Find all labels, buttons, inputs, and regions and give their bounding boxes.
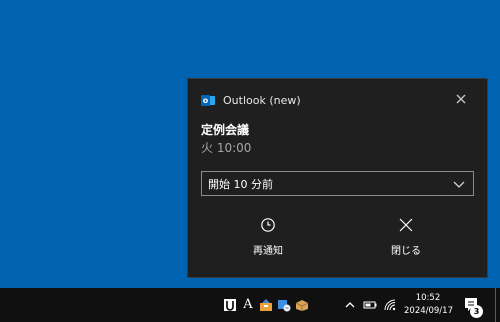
snooze-label: 再通知 [253, 246, 283, 257]
taskbar-clock[interactable]: 10:52 2024/09/17 [404, 292, 453, 318]
battery-icon[interactable] [363, 298, 377, 312]
notification-toast[interactable]: o Outlook (new) 定例会議 火 10:00 開始 10 分前 再通… [187, 78, 488, 278]
clock-date: 2024/09/17 [404, 306, 453, 316]
notification-title: 定例会議 [201, 123, 250, 137]
network-tool-tray-icon[interactable] [277, 298, 291, 312]
snooze-selected-value: 開始 10 分前 [208, 177, 273, 191]
taskbar: A 10:52 2024/09/17 3 [0, 288, 500, 322]
ime-mode-icon[interactable]: A [241, 298, 255, 312]
tray-icons-right [341, 288, 399, 322]
tray-icons-left: A [221, 288, 311, 322]
dismiss-action-button[interactable]: 閉じる [336, 211, 476, 267]
snooze-dropdown[interactable]: 開始 10 分前 [201, 171, 474, 196]
close-icon [456, 94, 466, 104]
snooze-button[interactable]: 再通知 [198, 211, 338, 267]
notification-count-badge: 3 [470, 305, 483, 318]
close-icon [399, 218, 413, 232]
app-tray-icon[interactable] [223, 298, 237, 312]
tools-tray-icon[interactable] [259, 298, 273, 312]
notification-header: o Outlook (new) [201, 92, 301, 108]
notification-subtitle: 火 10:00 [201, 141, 252, 155]
dismiss-label: 閉じる [391, 246, 421, 257]
app-name: Outlook (new) [223, 93, 301, 107]
chevron-up-icon[interactable] [343, 298, 357, 312]
show-desktop-button[interactable] [495, 288, 500, 322]
wifi-icon[interactable] [383, 298, 397, 312]
package-tray-icon[interactable] [295, 298, 309, 312]
outlook-icon: o [201, 93, 216, 108]
clock-time: 10:52 [415, 293, 441, 303]
chevron-down-icon [453, 181, 465, 188]
dismiss-button[interactable] [453, 91, 469, 107]
clock-icon [261, 218, 275, 232]
